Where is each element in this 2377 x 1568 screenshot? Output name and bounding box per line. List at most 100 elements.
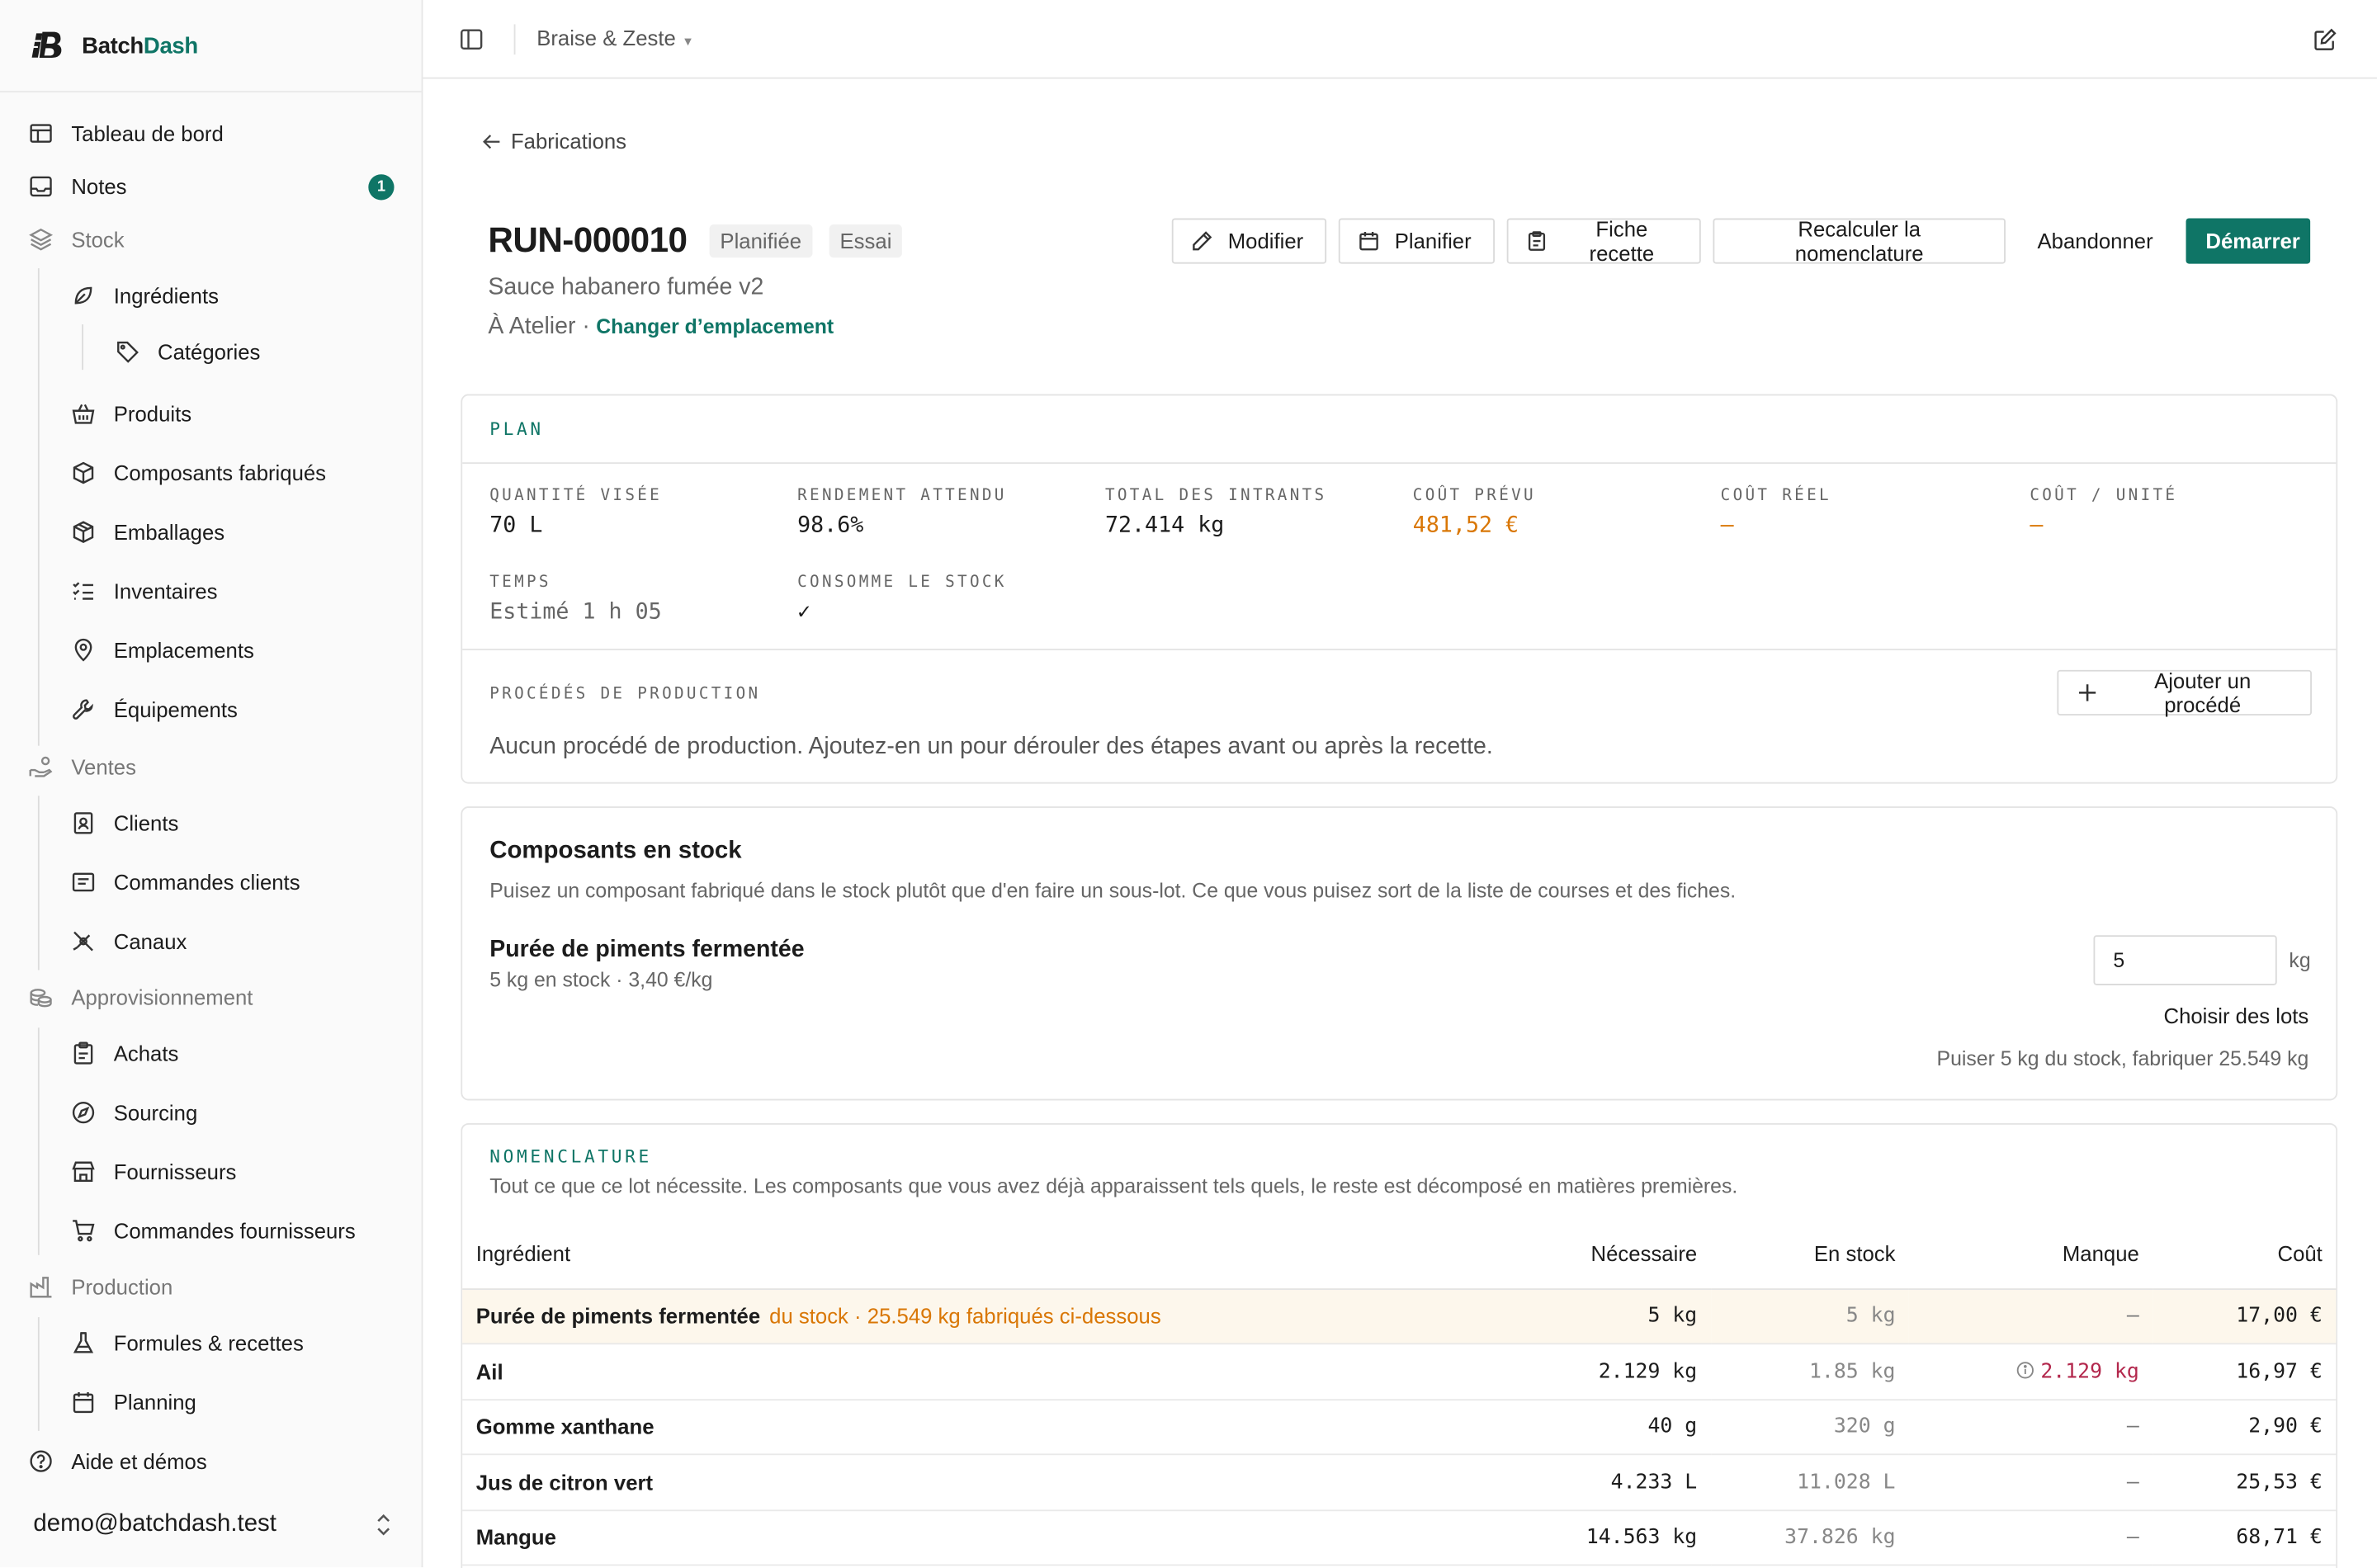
- table-row[interactable]: Jus de citron vert 4.233 L 11.028 L — 25…: [462, 1454, 2337, 1511]
- needed-cell: 2.129 kg: [1350, 1344, 1711, 1400]
- sidebar-item-commandes-fournisseurs[interactable]: Commandes fournisseurs: [71, 1212, 356, 1249]
- org-switcher[interactable]: Braise & Zeste ▼: [536, 26, 694, 50]
- modify-button[interactable]: Modifier: [1171, 218, 1327, 264]
- sidebar-item-label: Emballages: [113, 519, 225, 545]
- cost-cell: 68,71 €: [2153, 1509, 2337, 1566]
- sidebar-item-planning[interactable]: Planning: [71, 1384, 196, 1420]
- sidebar-item-produits[interactable]: Produits: [71, 395, 191, 432]
- sidebar-item-label: Production: [71, 1274, 173, 1300]
- back-link-label: Fabrications: [510, 129, 627, 153]
- sidebar-group-approvisionnement[interactable]: Approvisionnement: [29, 980, 253, 1016]
- table-row[interactable]: Gomme xanthane 40 g 320 g — 2,90 €: [462, 1399, 2337, 1456]
- shortage-value: 2.129 kg: [2040, 1359, 2139, 1384]
- stat-label-yield: RENDEMENT ATTENDU: [797, 486, 1007, 505]
- choose-lots-button[interactable]: Choisir des lots: [2164, 1004, 2309, 1027]
- edit-square-icon[interactable]: [2313, 27, 2337, 51]
- sidebar-item-label: Ventes: [71, 754, 136, 780]
- stat-value-consumes-stock: ✓: [797, 600, 811, 625]
- col-header-in-stock: En stock: [1710, 1220, 1910, 1290]
- sidebar-item-equipements[interactable]: Équipements: [71, 692, 238, 728]
- schedule-button[interactable]: Planifier: [1338, 218, 1495, 264]
- sidebar-item-label: Sourcing: [113, 1100, 198, 1125]
- location-line: À Atelier · Changer d’emplacement: [488, 314, 834, 341]
- leaf-icon: [74, 286, 92, 305]
- sidebar-item-emplacements[interactable]: Emplacements: [71, 632, 254, 668]
- main-content: Braise & Zeste ▼ Fabrications RUN-000010 …: [423, 0, 2377, 1568]
- sidebar-item-label: Stock: [71, 227, 125, 252]
- start-button[interactable]: Démarrer: [2186, 218, 2311, 264]
- brand-name: BatchDash: [82, 32, 198, 59]
- sidebar-item-label: Clients: [113, 810, 179, 836]
- stock-cell: 5 kg: [1710, 1288, 1910, 1345]
- sidebar-item-sourcing[interactable]: Sourcing: [71, 1094, 197, 1131]
- sidebar-item-canaux[interactable]: Canaux: [71, 923, 187, 960]
- ingredient-note: du stock · 25.549 kg fabriqués ci-dessou…: [769, 1304, 1161, 1329]
- sidebar-item-label: Équipements: [113, 697, 238, 722]
- sidebar-item-achats[interactable]: Achats: [71, 1035, 178, 1071]
- sidebar-group-stock[interactable]: Stock: [29, 221, 125, 257]
- start-button-label: Démarrer: [2205, 229, 2300, 253]
- bom-kicker: NOMENCLATURE: [489, 1145, 652, 1168]
- table-row[interactable]: Ail 2.129 kg 1.85 kg 2.129 kg 16,97 €: [462, 1344, 2337, 1400]
- stat-value-unit-cost: —: [2030, 513, 2044, 539]
- pencil-icon: [1193, 231, 1212, 251]
- sidebar-item-fournisseurs[interactable]: Fournisseurs: [71, 1154, 236, 1190]
- chevrons-up-down-icon: [377, 1514, 390, 1536]
- user-menu[interactable]: demo@batchdash.test: [0, 1482, 423, 1567]
- stock-components-card: Composants en stock Puisez un composant …: [461, 806, 2338, 1101]
- components-title: Composants en stock: [489, 838, 742, 864]
- sidebar-item-notes[interactable]: Notes: [29, 168, 127, 205]
- recipe-sheet-button[interactable]: Fiche recette: [1506, 216, 1701, 266]
- recipe-sheet-button-label: Fiche recette: [1589, 216, 1655, 266]
- table-header-row: Ingrédient Nécessaire En stock Manque Co…: [462, 1220, 2337, 1290]
- checklist-icon: [73, 582, 93, 600]
- cost-cell: 17,00 €: [2153, 1288, 2337, 1345]
- sidebar-toggle-icon[interactable]: [460, 27, 484, 51]
- sidebar-item-clients[interactable]: Clients: [71, 805, 178, 841]
- component-meta: 5 kg en stock · 3,40 €/kg: [489, 968, 713, 992]
- change-location-link[interactable]: Changer d’emplacement: [596, 315, 834, 338]
- add-process-button[interactable]: Ajouter un procédé: [2057, 668, 2312, 717]
- sidebar-group-production[interactable]: Production: [29, 1268, 172, 1305]
- sidebar-item-inventaires[interactable]: Inventaires: [71, 573, 218, 609]
- sidebar-item-label: Tableau de bord: [71, 120, 224, 146]
- sidebar: BatchDash Tableau de bord Notes 1 Stock: [0, 0, 423, 1568]
- sidebar-item-emballages[interactable]: Emballages: [71, 514, 224, 550]
- contact-card-icon: [73, 812, 93, 834]
- add-process-label: Ajouter un procédé: [2154, 668, 2252, 717]
- plan-card: PLAN QUANTITÉ VISÉE 70 L RENDEMENT ATTEN…: [461, 394, 2338, 784]
- back-link[interactable]: Fabrications: [482, 129, 626, 153]
- sidebar-group-ventes[interactable]: Ventes: [29, 749, 136, 785]
- col-header-ingredient: Ingrédient: [462, 1220, 1351, 1290]
- sidebar-item-label: Commandes fournisseurs: [113, 1218, 356, 1244]
- recalculate-bom-button[interactable]: Recalculer la nomenclature: [1713, 217, 2006, 265]
- wrench-icon: [73, 699, 93, 720]
- sidebar-item-categories[interactable]: Catégories: [116, 333, 260, 370]
- sidebar-item-aide-et-demos[interactable]: Aide et démos: [29, 1443, 207, 1480]
- sidebar-item-commandes-clients[interactable]: Commandes clients: [71, 864, 300, 900]
- shortage-cell: —: [1909, 1288, 2153, 1345]
- component-quantity-input[interactable]: 5: [2093, 935, 2277, 985]
- sidebar-item-label: Canaux: [113, 928, 187, 954]
- cube-icon: [73, 461, 94, 484]
- compass-icon: [72, 1102, 95, 1124]
- sidebar-item-tableau-de-bord[interactable]: Tableau de bord: [29, 116, 224, 152]
- sidebar-item-composants-fabriques[interactable]: Composants fabriqués: [71, 455, 326, 491]
- needed-cell: 40 g: [1350, 1399, 1711, 1456]
- component-quantity-unit: kg: [2289, 948, 2311, 972]
- component-name: Purée de piments fermentée: [489, 937, 805, 963]
- table-row[interactable]: Mangue 14.563 kg 37.826 kg — 68,71 €: [462, 1509, 2337, 1566]
- sidebar-item-ingredients[interactable]: Ingrédients: [71, 277, 219, 314]
- plus-icon: [2079, 684, 2096, 701]
- tree-line-stock: [37, 268, 40, 746]
- brand[interactable]: BatchDash: [0, 0, 422, 93]
- coins-icon: [30, 989, 52, 1008]
- tag-icon: [117, 341, 139, 363]
- sidebar-item-formules-recettes[interactable]: Formules & recettes: [71, 1325, 304, 1361]
- sidebar-item-label: Achats: [113, 1041, 179, 1066]
- abandon-button[interactable]: Abandonner: [2017, 218, 2176, 264]
- stock-cell: 1.85 kg: [1710, 1344, 1910, 1400]
- table-row[interactable]: Purée de piments fermentée du stock · 25.…: [462, 1288, 2337, 1345]
- type-badge: Essai: [829, 224, 903, 258]
- col-header-cost: Coût: [2153, 1220, 2337, 1290]
